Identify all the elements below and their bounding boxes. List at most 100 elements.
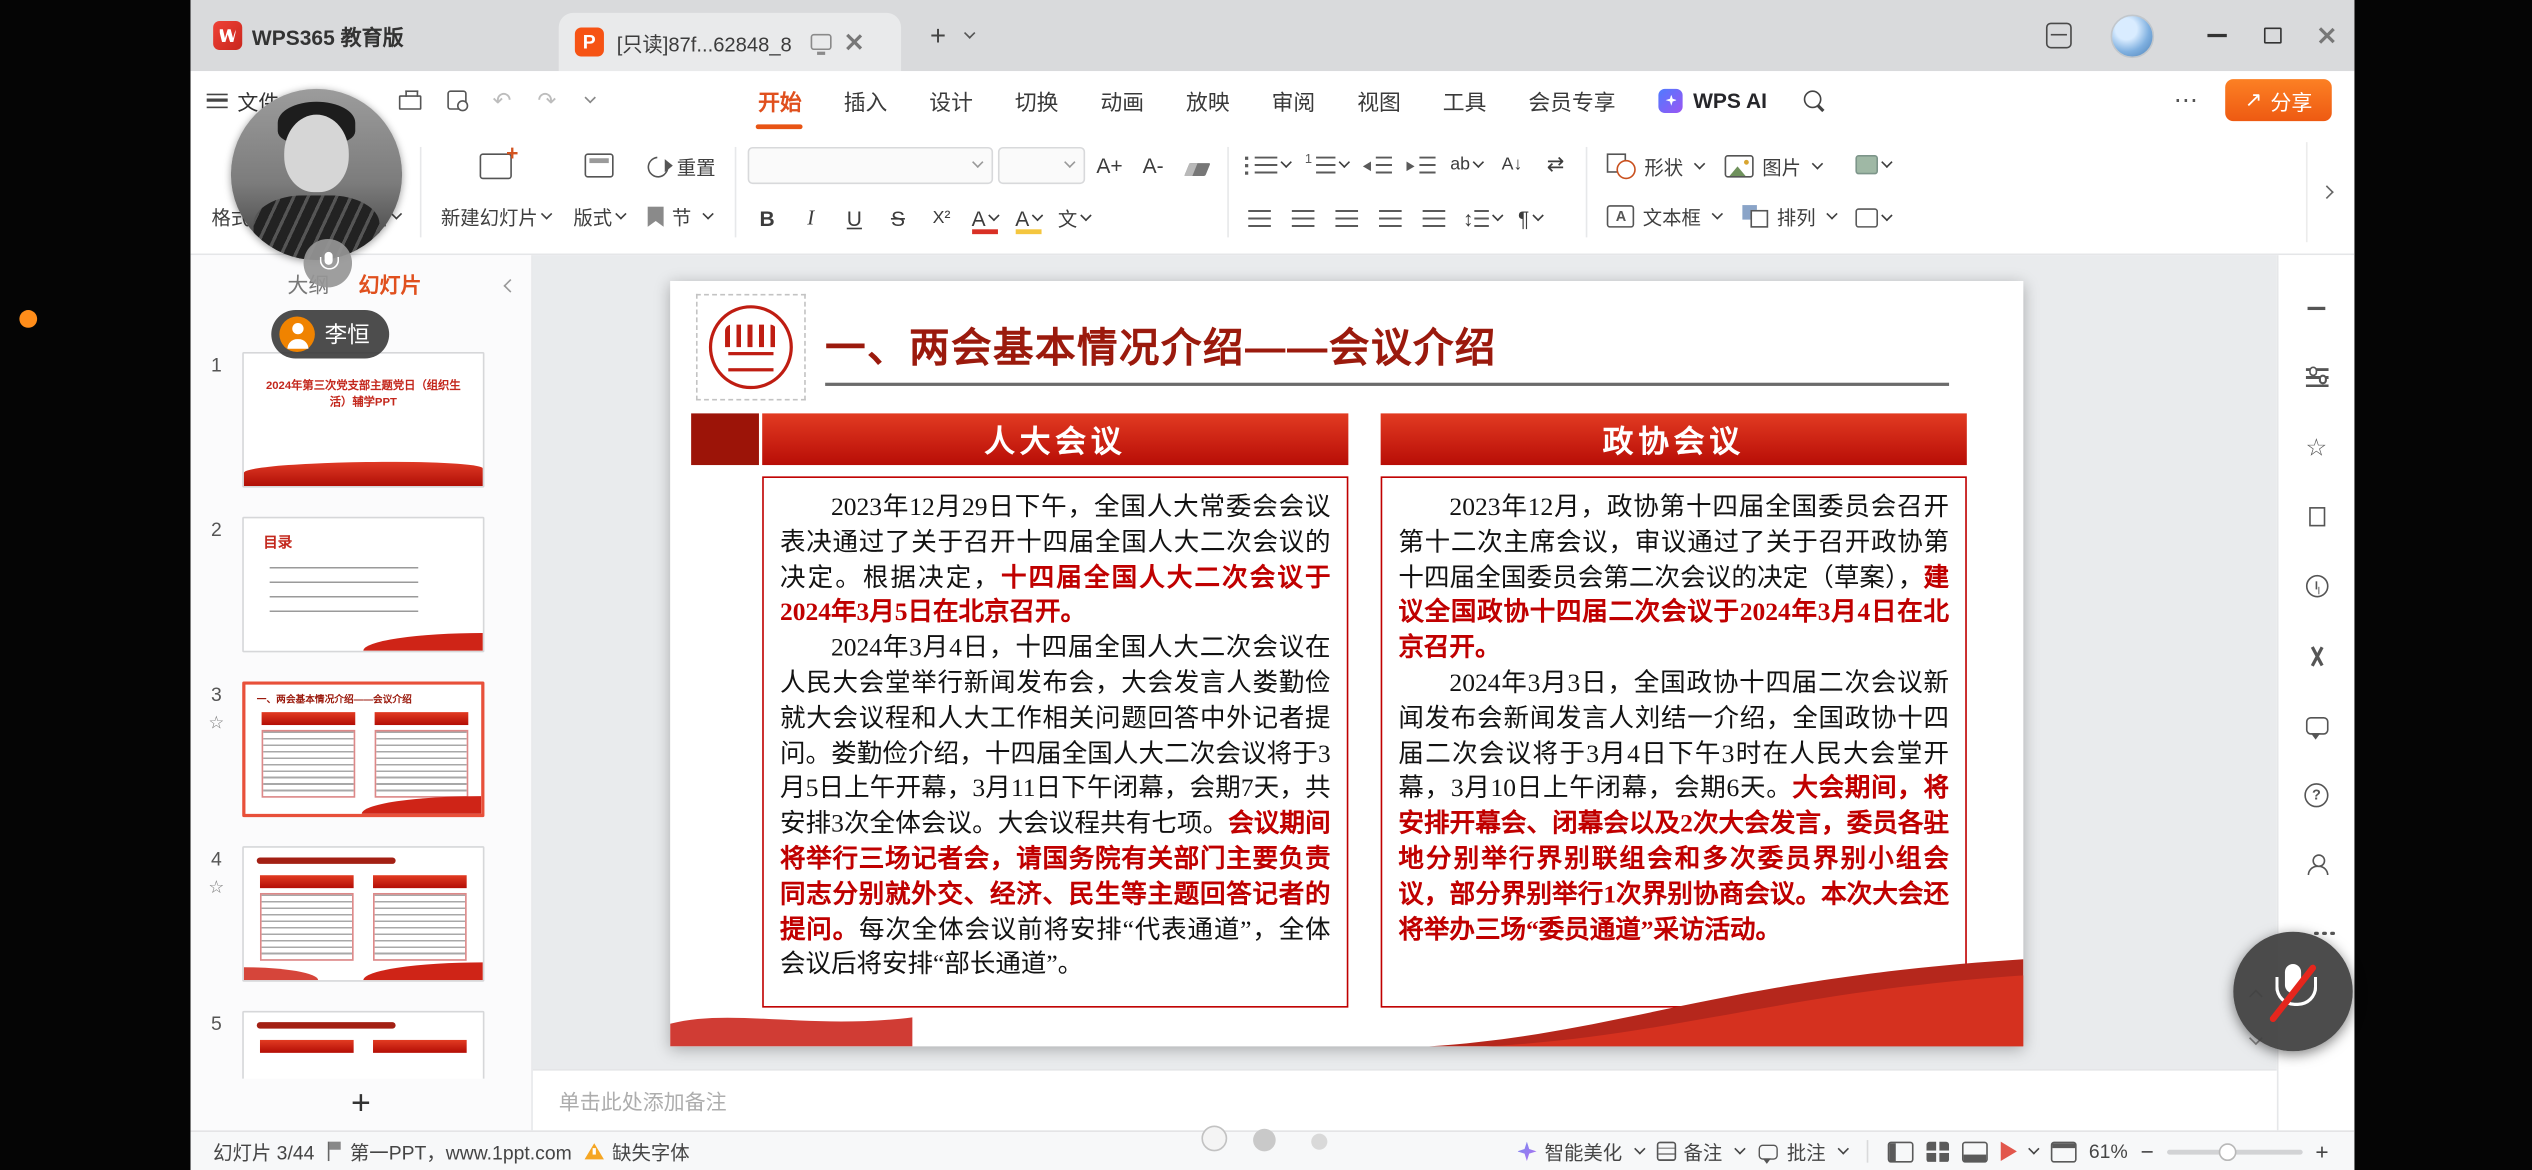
- wps-ai-button[interactable]: WPS AI: [1659, 88, 1767, 112]
- cppcc-column-header[interactable]: 政协会议: [1381, 413, 1967, 465]
- notes-input[interactable]: 单击此处添加备注: [533, 1069, 2277, 1130]
- collapse-strip-button[interactable]: [2295, 287, 2337, 329]
- floating-knob[interactable]: [1201, 1126, 1227, 1152]
- section-button[interactable]: 节: [640, 196, 724, 236]
- paragraph-settings-button[interactable]: ¶: [1511, 199, 1550, 236]
- invite-button[interactable]: [2295, 843, 2337, 885]
- apps-box-icon[interactable]: [2046, 23, 2072, 49]
- duplicate-button[interactable]: [2295, 496, 2337, 538]
- tab-list-dropdown-icon[interactable]: [964, 27, 975, 38]
- zoom-level[interactable]: 61%: [2089, 1140, 2128, 1163]
- layout-button[interactable]: 版式: [562, 145, 636, 239]
- account-avatar[interactable]: [2111, 14, 2155, 58]
- zoom-out-button[interactable]: −: [2141, 1138, 2154, 1164]
- annotation-dot[interactable]: [19, 310, 37, 328]
- share-button[interactable]: ↗ 分享: [2225, 79, 2331, 121]
- more-menu-icon[interactable]: ⋯: [2174, 86, 2200, 115]
- slide-sorter-button[interactable]: [1926, 1141, 1949, 1162]
- bullet-list-button[interactable]: [1240, 146, 1295, 183]
- line-spacing-button[interactable]: ↕: [1458, 199, 1506, 236]
- thumbnail-slide-2[interactable]: 目录: [242, 517, 484, 653]
- history-button[interactable]: [2295, 565, 2337, 607]
- textbox-button[interactable]: A文本框: [1599, 196, 1730, 236]
- increase-font-button[interactable]: A+: [1090, 146, 1129, 183]
- tab-insert[interactable]: 插入: [823, 71, 909, 129]
- justify-button[interactable]: [1371, 199, 1410, 236]
- cut-button[interactable]: [2295, 635, 2337, 677]
- slide-thumbnail-item[interactable]: 2 目录: [191, 517, 532, 653]
- ribbon-expand-button[interactable]: [2306, 141, 2345, 241]
- distribute-button[interactable]: [1415, 199, 1454, 236]
- align-left-button[interactable]: [1240, 199, 1279, 236]
- microphone-mute-button[interactable]: [2233, 932, 2352, 1051]
- slide-thumbnail-item[interactable]: 4☆: [191, 846, 532, 982]
- tab-transition[interactable]: 切换: [994, 71, 1080, 129]
- normal-view-button[interactable]: [1887, 1141, 1913, 1162]
- maximize-button[interactable]: [2245, 0, 2300, 71]
- slide-thumbnail-item-current[interactable]: 3☆ 一、两会基本情况介绍——会议介绍: [191, 681, 532, 817]
- slide-title[interactable]: 一、两会基本情况介绍——会议介绍: [825, 317, 1497, 375]
- thumbnail-slide-3-selected[interactable]: 一、两会基本情况介绍——会议介绍: [242, 681, 484, 817]
- strikethrough-button[interactable]: S: [879, 199, 918, 236]
- tab-slideshow[interactable]: 放映: [1165, 71, 1251, 129]
- thumbnail-slide-4[interactable]: [242, 846, 484, 982]
- help-button[interactable]: ?: [2295, 773, 2337, 815]
- tab-member[interactable]: 会员专享: [1507, 71, 1636, 129]
- tab-close-icon[interactable]: [845, 32, 864, 51]
- comments-toggle-button[interactable]: 批注: [1756, 1138, 1846, 1165]
- emblem-placeholder[interactable]: [696, 294, 806, 401]
- fill-color-button[interactable]: [1851, 146, 1896, 183]
- phonetic-guide-button[interactable]: 文: [1053, 199, 1095, 236]
- npc-column-body[interactable]: 2023年12月29日下午，全国人大常委会会议表决通过了关于召开十四届全国人大二…: [762, 476, 1348, 1007]
- undo-icon[interactable]: ↶: [493, 86, 512, 113]
- template-source[interactable]: 第一PPT，www.1ppt.com: [327, 1138, 571, 1165]
- increase-indent-button[interactable]: [1402, 146, 1441, 183]
- decrease-indent-button[interactable]: [1358, 146, 1397, 183]
- present-on-screen-icon[interactable]: [811, 34, 832, 50]
- numbered-list-button[interactable]: [1300, 146, 1353, 183]
- tab-design[interactable]: 设计: [908, 71, 994, 129]
- tab-slides[interactable]: 幻灯片: [359, 267, 422, 298]
- smart-beautify-button[interactable]: 智能美化: [1517, 1138, 1643, 1165]
- floating-knob[interactable]: [1253, 1129, 1276, 1152]
- play-slideshow-button[interactable]: [2000, 1142, 2037, 1161]
- webcam-video[interactable]: [231, 89, 402, 260]
- align-center-button[interactable]: [1284, 199, 1323, 236]
- highlight-color-button[interactable]: A: [1009, 199, 1048, 236]
- redo-icon[interactable]: ↷: [537, 86, 556, 113]
- npc-column-header[interactable]: 人大会议: [762, 413, 1348, 465]
- document-tab[interactable]: P [只读]87f...62848_8: [559, 13, 901, 71]
- quick-access-dropdown-icon[interactable]: [585, 92, 596, 103]
- comments-panel-button[interactable]: [2295, 704, 2337, 746]
- more-format-button[interactable]: [1851, 199, 1896, 236]
- properties-button[interactable]: [2295, 357, 2337, 399]
- webcam-mic-badge[interactable]: [304, 239, 352, 287]
- close-button[interactable]: [2299, 0, 2354, 71]
- align-right-button[interactable]: [1327, 199, 1366, 236]
- superscript-button[interactable]: X²: [922, 199, 961, 236]
- slide-thumbnail-item[interactable]: 5: [191, 1011, 532, 1079]
- tab-view[interactable]: 视图: [1336, 71, 1422, 129]
- favorites-button[interactable]: ☆: [2295, 426, 2337, 468]
- add-slide-button[interactable]: +: [191, 1079, 532, 1131]
- picture-button[interactable]: 图片: [1717, 146, 1830, 186]
- thumbnail-slide-5[interactable]: [242, 1011, 484, 1079]
- clear-format-button[interactable]: [1177, 146, 1216, 183]
- font-size-select[interactable]: [998, 146, 1085, 183]
- slide-3[interactable]: 一、两会基本情况介绍——会议介绍 人大会议 2023年12月29日下午，全国人大…: [670, 281, 2023, 1046]
- reset-button[interactable]: 重置: [640, 146, 724, 186]
- new-tab-button[interactable]: +: [930, 22, 946, 49]
- cppcc-column-body[interactable]: 2023年12月，政协第十四届全国委员会召开第十二次主席会议，审议通过了关于召开…: [1381, 476, 1967, 1007]
- font-family-select[interactable]: [748, 146, 993, 183]
- text-direction-button[interactable]: ab: [1445, 146, 1487, 183]
- sort-button[interactable]: A↓: [1493, 146, 1532, 183]
- notes-toggle-button[interactable]: 备注: [1656, 1138, 1743, 1165]
- shapes-button[interactable]: 形状: [1599, 146, 1712, 186]
- replace-button[interactable]: ⇄: [1536, 146, 1575, 183]
- font-color-button[interactable]: A: [966, 199, 1005, 236]
- underline-button[interactable]: U: [835, 199, 874, 236]
- arrange-button[interactable]: 排列: [1735, 196, 1845, 236]
- tab-home[interactable]: 开始: [737, 71, 823, 129]
- tab-review[interactable]: 审阅: [1251, 71, 1337, 129]
- print-icon[interactable]: [399, 95, 422, 110]
